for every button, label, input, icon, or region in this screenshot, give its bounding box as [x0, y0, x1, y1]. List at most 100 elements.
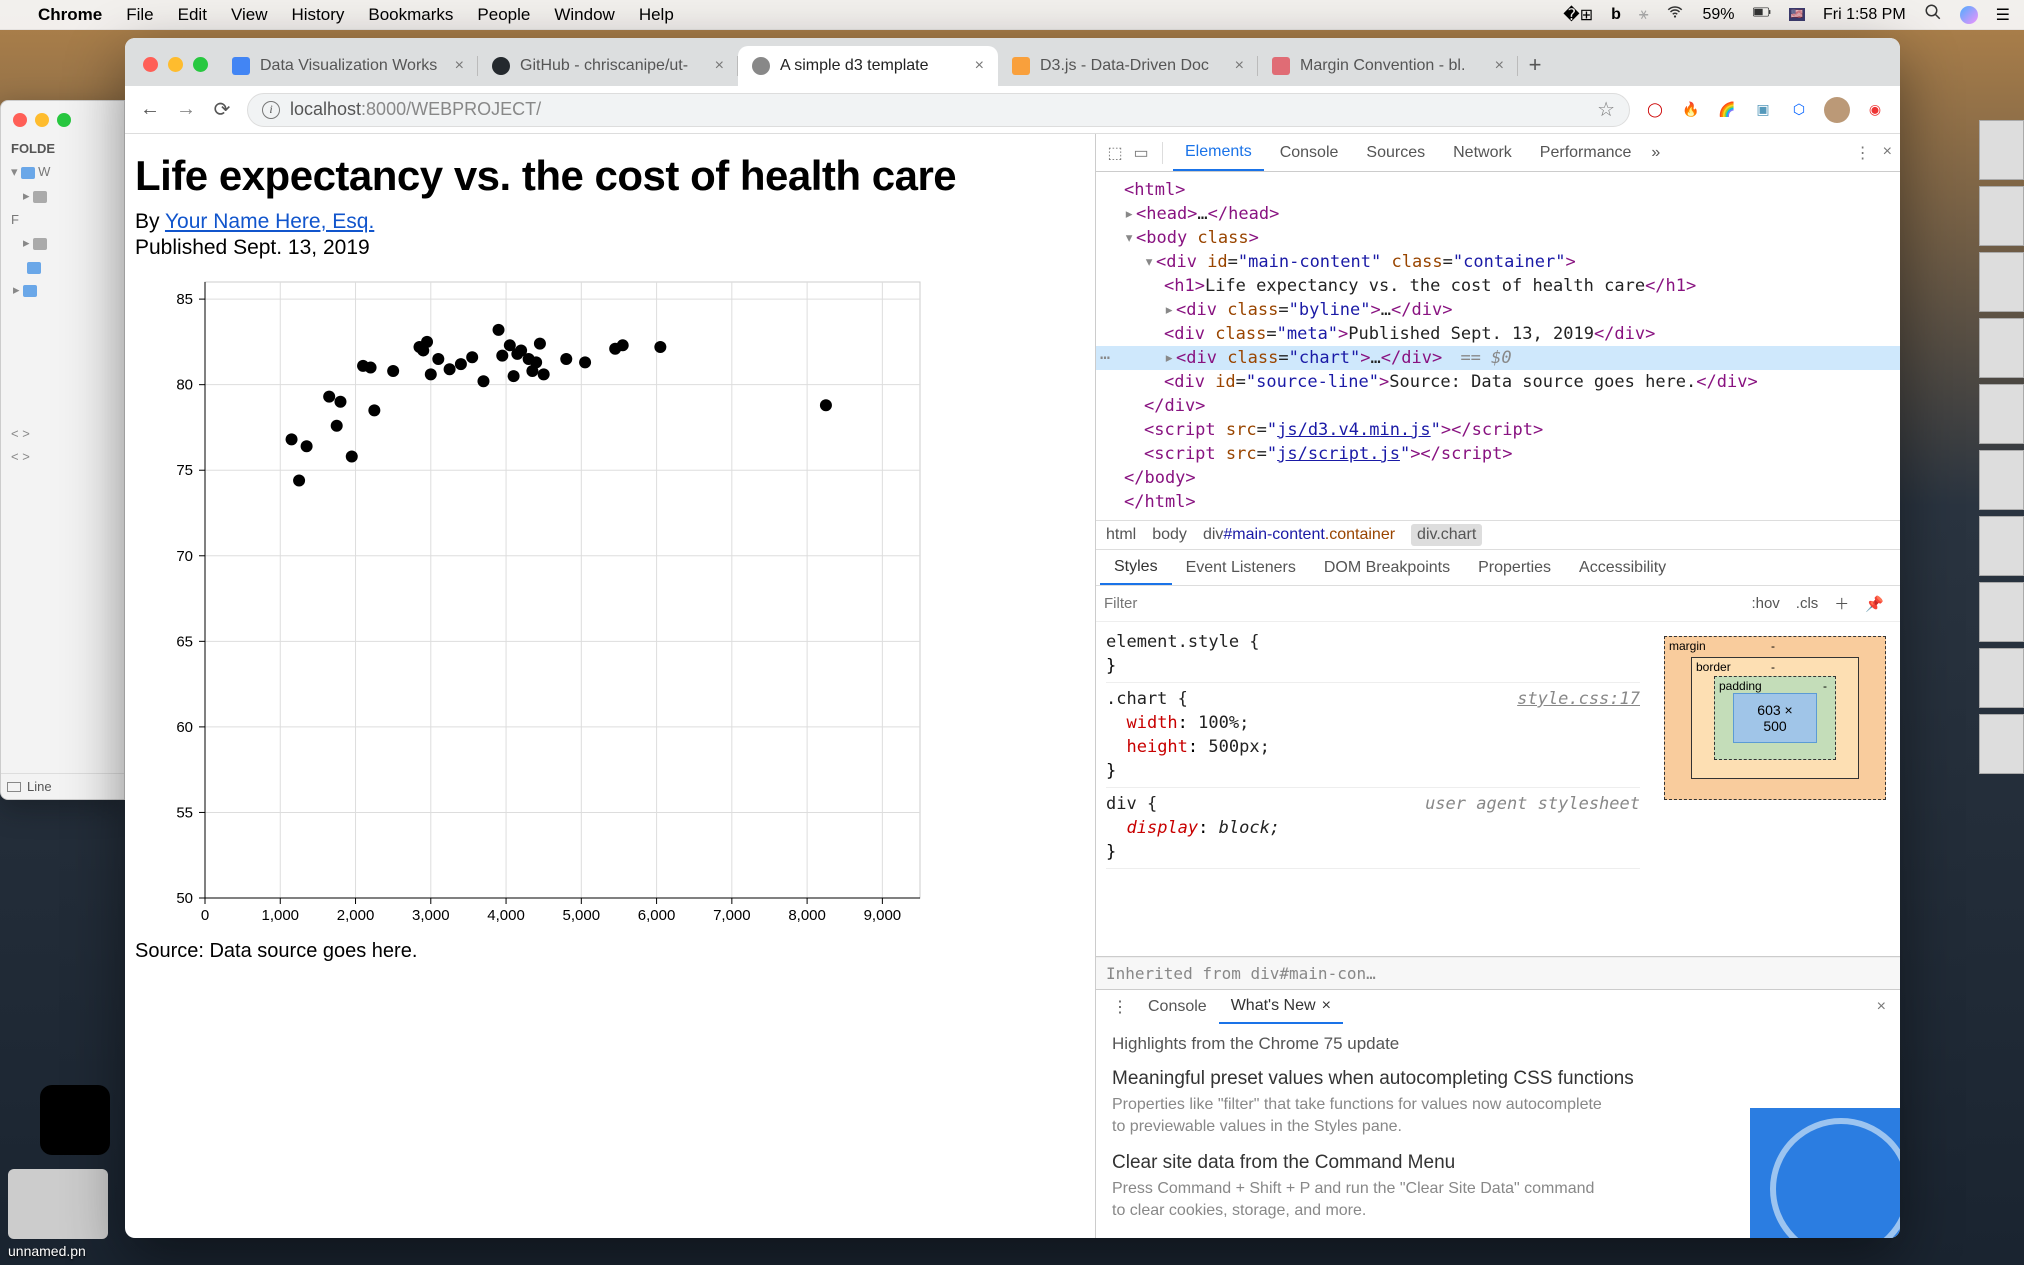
docs-icon: [232, 57, 250, 75]
svg-text:8,000: 8,000: [788, 907, 826, 924]
svg-text:65: 65: [176, 633, 193, 650]
finder-title: FOLDE: [9, 137, 116, 160]
battery-icon[interactable]: [1753, 3, 1771, 26]
tab-sources[interactable]: Sources: [1354, 134, 1437, 171]
close-icon[interactable]: ×: [1235, 57, 1244, 75]
menu-icon[interactable]: ☰: [1996, 5, 2010, 25]
menu-window[interactable]: Window: [554, 5, 614, 25]
profile-avatar[interactable]: [1824, 97, 1850, 123]
dom-breadcrumbs[interactable]: html body div#main-content.container div…: [1096, 520, 1900, 550]
devtools-drawer: ⋮ Console What's New × × Highlights from…: [1096, 989, 1900, 1238]
tab-performance[interactable]: Performance: [1528, 134, 1644, 171]
new-style-button[interactable]: ＋: [1826, 591, 1857, 616]
drawer-close-icon[interactable]: ×: [1871, 998, 1892, 1016]
drawer-tab-whatsnew[interactable]: What's New ×: [1219, 990, 1343, 1024]
back-button[interactable]: ←: [139, 98, 161, 121]
more-tabs-icon[interactable]: »: [1651, 144, 1660, 162]
svg-text:2,000: 2,000: [337, 907, 375, 924]
dock-unnamed-image[interactable]: [8, 1169, 108, 1239]
menubar-app[interactable]: Chrome: [38, 5, 102, 25]
new-tab-button[interactable]: +: [1518, 52, 1552, 86]
close-icon[interactable]: ×: [1495, 57, 1504, 75]
source-line: Source: Data source goes here.: [135, 940, 1085, 963]
devtools-settings-icon[interactable]: ⋮: [1855, 143, 1871, 163]
subtab-event-listeners[interactable]: Event Listeners: [1172, 550, 1310, 585]
siri-icon[interactable]: [1960, 6, 1978, 24]
url-text: localhost:8000/WEBPROJECT/: [290, 99, 541, 120]
menu-file[interactable]: File: [126, 5, 153, 25]
menu-history[interactable]: History: [291, 5, 344, 25]
svg-text:80: 80: [176, 377, 193, 394]
close-icon[interactable]: ×: [1322, 997, 1331, 1015]
forward-button[interactable]: →: [175, 98, 197, 121]
ext-box-icon[interactable]: ▣: [1752, 99, 1774, 121]
styles-filter-bar: :hov .cls ＋ 📌: [1096, 586, 1900, 622]
style-pin-icon[interactable]: 📌: [1857, 593, 1892, 615]
flag-icon[interactable]: 🇺🇸: [1789, 8, 1805, 21]
wifi-icon[interactable]: [1666, 3, 1684, 26]
menu-view[interactable]: View: [231, 5, 268, 25]
svg-text:55: 55: [176, 804, 193, 821]
battery-percent[interactable]: 59%: [1702, 6, 1734, 24]
address-bar[interactable]: i localhost:8000/WEBPROJECT/ ☆: [247, 93, 1630, 127]
chrome-tabstrip: Data Visualization Works × GitHub - chri…: [125, 38, 1900, 86]
blocks-icon: [1272, 57, 1290, 75]
ext-rainbow-icon[interactable]: 🌈: [1716, 99, 1738, 121]
subtab-accessibility[interactable]: Accessibility: [1565, 550, 1680, 585]
tab-elements[interactable]: Elements: [1173, 134, 1264, 171]
subtab-styles[interactable]: Styles: [1100, 550, 1172, 585]
menu-help[interactable]: Help: [639, 5, 674, 25]
drawer-headline: Highlights from the Chrome 75 update: [1112, 1034, 1884, 1054]
menu-edit[interactable]: Edit: [178, 5, 207, 25]
subtab-dom-breakpoints[interactable]: DOM Breakpoints: [1310, 550, 1464, 585]
clock[interactable]: Fri 1:58 PM: [1823, 6, 1906, 24]
close-icon[interactable]: ×: [715, 57, 724, 75]
traffic-lights[interactable]: [137, 57, 218, 86]
tab-d3-template[interactable]: A simple d3 template ×: [738, 46, 998, 86]
subtab-properties[interactable]: Properties: [1464, 550, 1565, 585]
device-icon[interactable]: ▭: [1130, 143, 1152, 163]
spotlight-icon[interactable]: [1924, 3, 1942, 26]
svg-text:0: 0: [201, 907, 209, 924]
svg-text:4,000: 4,000: [487, 907, 525, 924]
macos-menubar: Chrome File Edit View History Bookmarks …: [0, 0, 2024, 30]
dock-wanna-cowork[interactable]: [40, 1085, 110, 1155]
close-window-icon[interactable]: [143, 57, 158, 72]
author-link[interactable]: Your Name Here, Esq.: [165, 210, 374, 233]
close-icon[interactable]: ×: [975, 57, 984, 75]
menu-people[interactable]: People: [477, 5, 530, 25]
menu-bookmarks[interactable]: Bookmarks: [368, 5, 453, 25]
drawer-tab-console[interactable]: Console: [1136, 990, 1219, 1024]
devtools-close-icon[interactable]: ×: [1883, 143, 1892, 163]
styles-filter-input[interactable]: [1104, 595, 1743, 612]
published-date: Published Sept. 13, 2019: [135, 236, 1085, 260]
inspect-icon[interactable]: ⬚: [1104, 143, 1126, 163]
ublock-icon[interactable]: ◯: [1644, 99, 1666, 121]
ext-red-icon[interactable]: ◉: [1864, 99, 1886, 121]
dropbox-icon[interactable]: �⊞: [1563, 5, 1593, 25]
dom-tree[interactable]: <html> ▸<head>…</head> ▾<body class> ▾<d…: [1096, 172, 1900, 520]
tab-data-viz[interactable]: Data Visualization Works ×: [218, 46, 478, 86]
close-icon[interactable]: ×: [455, 57, 464, 75]
bookmark-star-icon[interactable]: ☆: [1597, 97, 1615, 122]
minimize-window-icon[interactable]: [168, 57, 183, 72]
cls-toggle[interactable]: .cls: [1788, 593, 1827, 614]
bluetooth-icon[interactable]: ⚹: [1639, 6, 1649, 24]
reload-button[interactable]: ⟳: [211, 97, 233, 122]
styles-pane[interactable]: element.style {} style.css:17 .chart { w…: [1096, 622, 1650, 956]
hov-toggle[interactable]: :hov: [1743, 593, 1787, 614]
tab-github[interactable]: GitHub - chriscanipe/ut- ×: [478, 46, 738, 86]
b-icon[interactable]: b: [1611, 6, 1621, 24]
tab-margin-convention[interactable]: Margin Convention - bl. ×: [1258, 46, 1518, 86]
chrome-toolbar: ← → ⟳ i localhost:8000/WEBPROJECT/ ☆ ◯ 🔥…: [125, 86, 1900, 134]
whatsnew-p1: Properties like "filter" that take funct…: [1112, 1094, 1602, 1138]
zoom-window-icon[interactable]: [193, 57, 208, 72]
drawer-menu-icon[interactable]: ⋮: [1104, 997, 1136, 1017]
svg-text:5,000: 5,000: [563, 907, 601, 924]
tab-console[interactable]: Console: [1268, 134, 1351, 171]
site-info-icon[interactable]: i: [262, 101, 280, 119]
tab-d3js[interactable]: D3.js - Data-Driven Doc ×: [998, 46, 1258, 86]
ext-fire-icon[interactable]: 🔥: [1680, 99, 1702, 121]
ext-dropbox-icon[interactable]: ⬡: [1788, 99, 1810, 121]
tab-network[interactable]: Network: [1441, 134, 1524, 171]
